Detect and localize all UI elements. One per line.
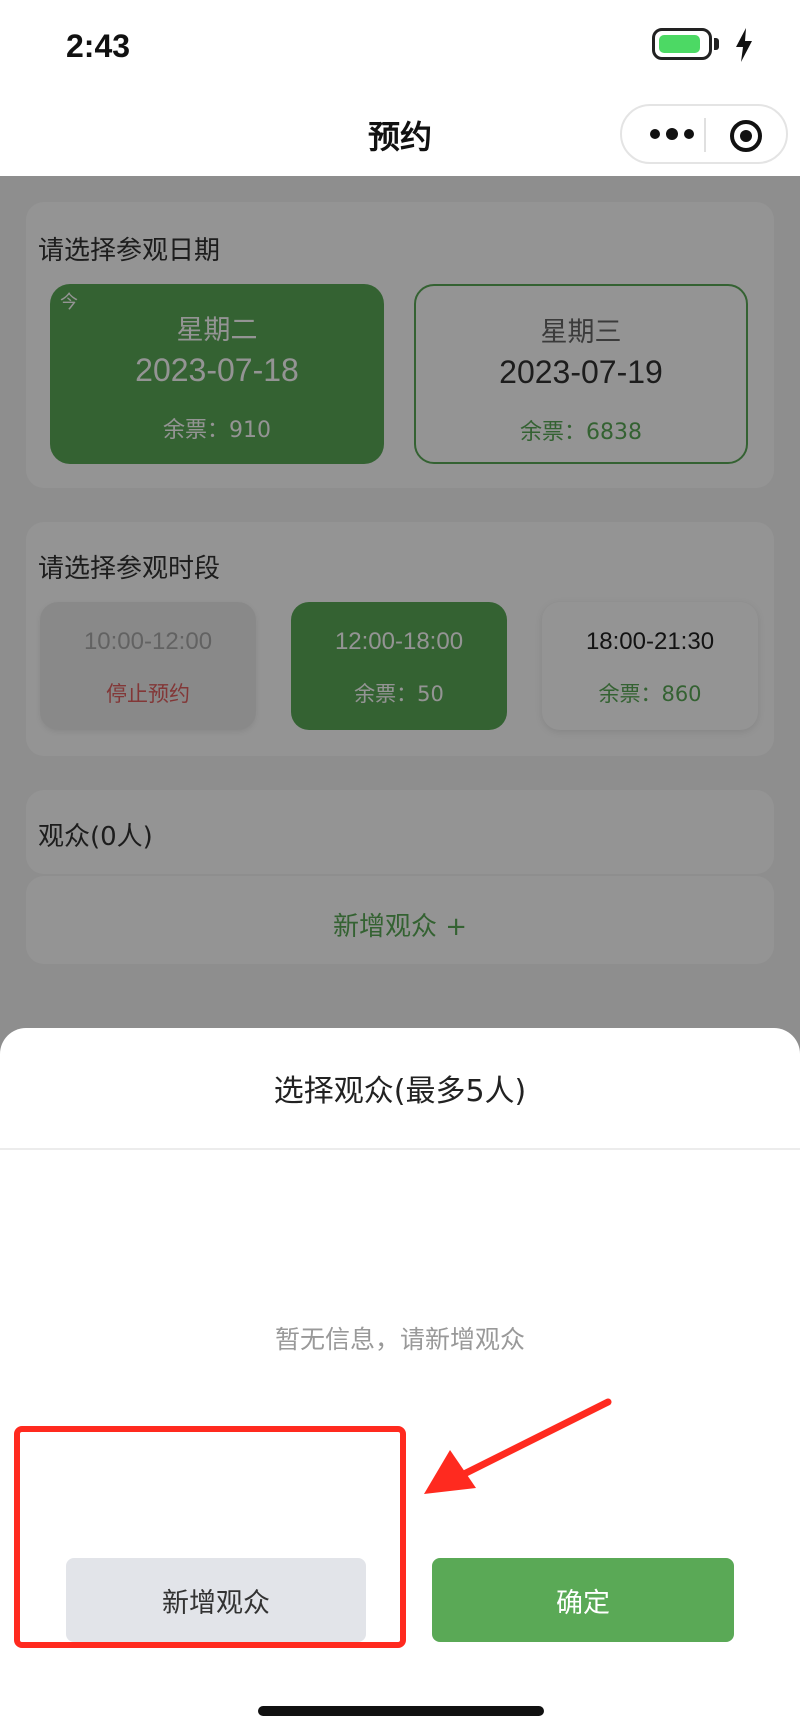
sheet-divider: [0, 1148, 800, 1150]
date-weekday: 星期二: [176, 315, 258, 346]
date-option-0[interactable]: 今 星期二 2023-07-18 余票：910: [50, 284, 384, 464]
target-icon[interactable]: [728, 118, 764, 154]
time-slot-1[interactable]: 12:00-18:00 余票：50: [291, 602, 507, 730]
battery-icon: [652, 28, 712, 60]
battery-level: [659, 35, 700, 53]
add-audience-link[interactable]: 新增观众 +: [26, 906, 774, 943]
time-slot-2[interactable]: 18:00-21:30 余票：860: [542, 602, 758, 730]
time-card-section: 请选择参观时段 10:00-12:00 停止预约 12:00-18:00 余票：…: [26, 522, 774, 756]
date-tickets: 余票：6838: [520, 420, 642, 445]
add-audience-button[interactable]: 新增观众: [66, 1558, 366, 1642]
time-section-title: 请选择参观时段: [38, 554, 221, 584]
date-tickets: 余票：910: [163, 418, 271, 443]
date-section-title: 请选择参观日期: [38, 236, 221, 266]
date-card-section: 请选择参观日期 今 星期二 2023-07-18 余票：910 星期三 2023…: [26, 202, 774, 488]
status-bar: 2:43: [0, 0, 800, 90]
add-audience-row[interactable]: 新增观众 +: [26, 876, 774, 964]
home-indicator: [258, 1706, 544, 1716]
nav-bar: 预约: [0, 90, 800, 176]
slot-range: 10:00-12:00: [83, 628, 213, 655]
select-audience-sheet: 选择观众(最多5人) 暂无信息，请新增观众 新增观众 确定: [0, 1028, 800, 1731]
slot-state: 停止预约: [106, 682, 190, 706]
audience-section-title: 观众(0人): [38, 822, 153, 852]
charging-icon: [736, 28, 752, 62]
more-dots-icon[interactable]: [648, 124, 698, 144]
slot-range: 12:00-18:00: [334, 628, 464, 655]
time-slot-0[interactable]: 10:00-12:00 停止预约: [40, 602, 256, 730]
slot-state: 余票：50: [354, 682, 444, 706]
status-time: 2:43: [66, 28, 131, 64]
audience-card: 观众(0人): [26, 790, 774, 874]
confirm-button[interactable]: 确定: [432, 1558, 734, 1642]
empty-state-text: 暂无信息，请新增观众: [274, 1325, 525, 1354]
sheet-title: 选择观众(最多5人): [273, 1074, 527, 1109]
mini-program-capsule: [620, 104, 788, 164]
date-value: 2023-07-18: [135, 352, 299, 388]
slot-state: 余票：860: [598, 682, 702, 706]
battery-tip: [714, 38, 719, 50]
date-weekday: 星期三: [540, 317, 622, 348]
date-value: 2023-07-19: [499, 354, 663, 390]
capsule-divider: [704, 118, 706, 152]
slot-range: 18:00-21:30: [585, 628, 715, 655]
date-option-1[interactable]: 星期三 2023-07-19 余票：6838: [414, 284, 748, 464]
